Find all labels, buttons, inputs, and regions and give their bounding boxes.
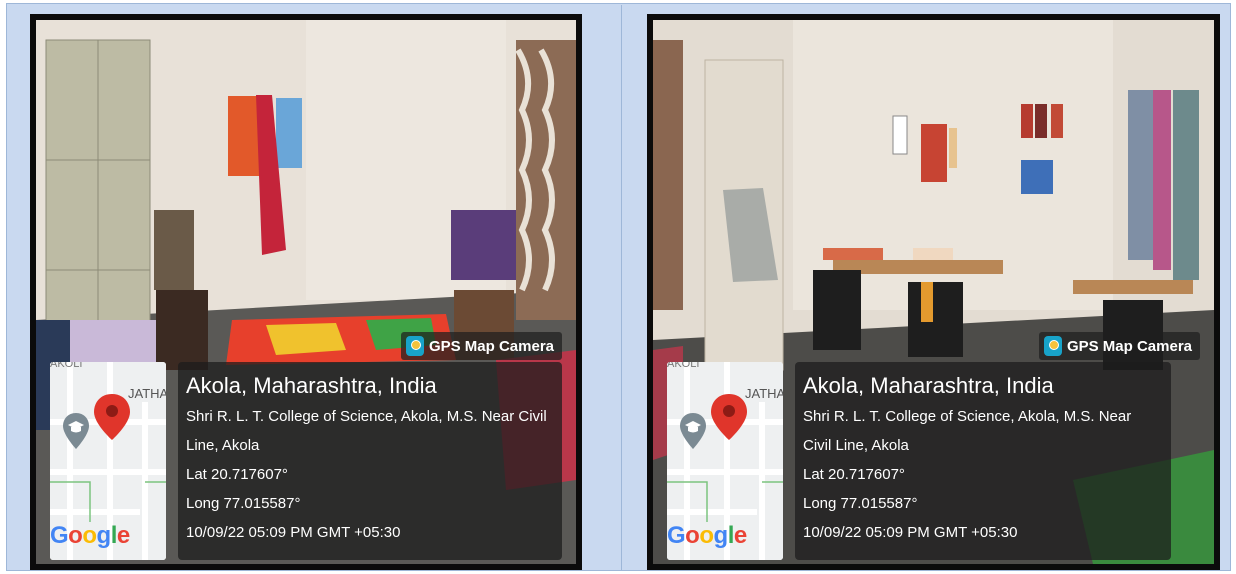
map-label: JATHA xyxy=(745,386,783,401)
photo-table: GPS Map Camera AKOLI JATHA Google Akola,… xyxy=(6,3,1231,571)
location-title: Akola, Maharashtra, India xyxy=(186,373,437,398)
google-logo-g: G xyxy=(50,522,69,549)
google-logo-e: e xyxy=(116,522,130,549)
timestamp: 10/09/22 05:09 PM GMT +05:30 xyxy=(186,524,401,541)
gps-camera-icon xyxy=(405,336,424,356)
location-address: Shri R. L. T. College of Science, Akola,… xyxy=(186,408,547,454)
google-logo-g2: g xyxy=(713,522,729,549)
gps-camera-label: GPS Map Camera xyxy=(1066,337,1192,355)
hostel-room-photo-2: GPS Map Camera AKOLI JATHA Google Akola,… xyxy=(647,14,1220,570)
hostel-room-photo-1: GPS Map Camera AKOLI JATHA Google Akola,… xyxy=(30,14,582,570)
gps-camera-label: GPS Map Camera xyxy=(428,337,554,355)
table-cell-left: GPS Map Camera AKOLI JATHA Google Akola,… xyxy=(8,5,622,570)
location-title: Akola, Maharashtra, India xyxy=(803,373,1054,398)
longitude: Long 77.015587° xyxy=(186,495,301,512)
latitude: Lat 20.717607° xyxy=(803,466,905,483)
map-thumbnail: AKOLI JATHA Google xyxy=(50,362,166,560)
timestamp: 10/09/22 05:09 PM GMT +05:30 xyxy=(803,524,1018,541)
location-info-box: Akola, Maharashtra, India Shri R. L. T. … xyxy=(795,362,1171,560)
location-pin-icon xyxy=(711,394,747,440)
college-marker-icon xyxy=(680,413,706,449)
google-logo-o2: o xyxy=(699,522,714,549)
location-pin-icon xyxy=(94,394,130,440)
google-logo: Google xyxy=(667,522,747,550)
google-logo-g2: g xyxy=(96,522,112,549)
table-cell-right: GPS Map Camera AKOLI JATHA Google Akola,… xyxy=(624,5,1230,570)
map-thumbnail: AKOLI JATHA Google xyxy=(667,362,783,560)
location-address: Shri R. L. T. College of Science, Akola,… xyxy=(803,408,1132,454)
gps-camera-badge: GPS Map Camera xyxy=(1038,332,1200,360)
gps-camera-icon xyxy=(1043,336,1062,356)
location-info-box: Akola, Maharashtra, India Shri R. L. T. … xyxy=(178,362,562,560)
google-logo-o1: o xyxy=(68,522,83,549)
map-label: JATHA xyxy=(128,386,166,401)
map-label-top: AKOLI xyxy=(50,362,83,370)
google-logo-e: e xyxy=(733,522,747,549)
longitude: Long 77.015587° xyxy=(803,495,918,512)
google-logo: Google xyxy=(50,522,130,550)
latitude: Lat 20.717607° xyxy=(186,466,288,483)
google-logo-g: G xyxy=(667,522,686,549)
google-logo-o2: o xyxy=(82,522,97,549)
google-logo-o1: o xyxy=(685,522,700,549)
gps-camera-badge: GPS Map Camera xyxy=(400,332,562,360)
college-marker-icon xyxy=(63,413,89,449)
map-label-top: AKOLI xyxy=(667,362,700,370)
